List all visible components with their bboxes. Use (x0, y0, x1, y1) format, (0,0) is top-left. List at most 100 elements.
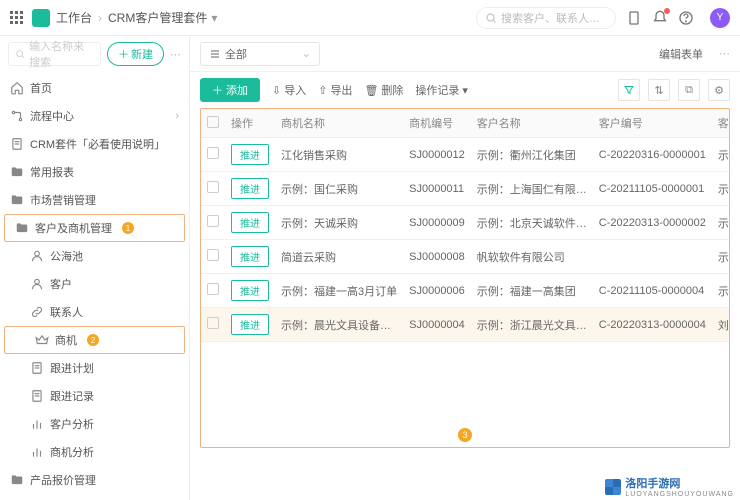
folder-icon (10, 473, 24, 487)
folder-icon (10, 165, 24, 179)
sidebar-item-1[interactable]: 流程中心› (0, 102, 189, 130)
crumb-suite[interactable]: CRM客户管理套件 (108, 9, 207, 26)
sidebar-item-3[interactable]: 常用报表 (0, 158, 189, 186)
settings-icon[interactable]: ⚙ (708, 79, 730, 101)
list-icon (209, 48, 221, 60)
table-row[interactable]: 推进示例：天诚采购SJ0000009示例：北京天诚软件…C-20220313-0… (201, 206, 730, 240)
folder-icon (10, 193, 24, 207)
sidebar-item-6[interactable]: 公海池 (0, 242, 189, 270)
push-button[interactable]: 推进 (231, 212, 269, 233)
sidebar-item-label: 客户及商机管理 (35, 220, 112, 236)
import-button[interactable]: ⇩ 导入 (272, 82, 306, 98)
cell-cust: 帆软软件有限公司 (471, 240, 593, 274)
cell-name: 江化销售采购 (275, 138, 403, 172)
sidebar-item-label: 公海池 (50, 248, 83, 264)
sort-icon[interactable]: ⇅ (648, 79, 670, 101)
edit-form-link[interactable]: 编辑表单 (659, 46, 703, 62)
sidebar-item-12[interactable]: 客户分析 (0, 410, 189, 438)
sidebar-item-5[interactable]: 客户及商机管理1 (4, 214, 185, 242)
cell-contact: 示例：王立 (712, 240, 730, 274)
column-header: 客户联系人 (712, 109, 730, 138)
sidebar-item-4[interactable]: 市场营销管理 (0, 186, 189, 214)
breadcrumb: 工作台 › CRM客户管理套件 ▾ (56, 9, 217, 26)
oplog-button[interactable]: 操作记录 ▾ (415, 82, 468, 98)
sidebar-item-2[interactable]: CRM套件「必看使用说明」 (0, 130, 189, 158)
more-icon[interactable]: ⋯ (719, 47, 730, 60)
apps-icon[interactable] (10, 11, 24, 25)
sidebar-item-10[interactable]: 跟进计划 (0, 354, 189, 382)
checkbox[interactable] (207, 317, 219, 329)
column-header: 操作 (225, 109, 275, 138)
checkbox[interactable] (207, 116, 219, 128)
sidebar-item-11[interactable]: 跟进记录 (0, 382, 189, 410)
table-row[interactable]: 推进示例：晨光文具设备…SJ0000004示例：浙江晨光文具…C-2022031… (201, 308, 730, 342)
logo-icon (32, 9, 50, 27)
cell-contact: 示例：赵仁民 (712, 138, 730, 172)
global-search[interactable]: 搜索客户、联系人… (476, 7, 616, 29)
data-table: 操作商机名称商机编号客户名称客户编号客户联系人 推进江化销售采购SJ000001… (200, 108, 730, 448)
cell-code: SJ0000004 (403, 308, 471, 342)
view-select[interactable]: 全部 ⌄ (200, 42, 320, 66)
sidebar-search[interactable]: 输入名称来搜索 (8, 42, 101, 66)
export-button[interactable]: ⇧ 导出 (318, 82, 352, 98)
cell-cnum (593, 240, 712, 274)
table-row[interactable]: 推进示例：福建一高3月订单SJ0000006示例：福建一高集团C-2021110… (201, 274, 730, 308)
sidebar-item-14[interactable]: 产品报价管理 (0, 466, 189, 494)
sidebar-item-8[interactable]: 联系人 (0, 298, 189, 326)
delete-button[interactable]: 🗑 删除 (364, 82, 403, 98)
main-pane: 全部 ⌄ 编辑表单 ⋯ ＋添加 ⇩ 导入 ⇧ 导出 🗑 删除 操作记录 ▾ ⇅ … (190, 36, 740, 500)
sidebar-item-13[interactable]: 商机分析 (0, 438, 189, 466)
sidebar-item-0[interactable]: 首页 (0, 74, 189, 102)
bookmark-icon[interactable] (626, 10, 642, 26)
table-row[interactable]: 推进江化销售采购SJ0000012示例：衢州江化集团C-20220316-000… (201, 138, 730, 172)
table-row[interactable]: 推进简道云采购SJ0000008帆软软件有限公司示例：王立 (201, 240, 730, 274)
push-button[interactable]: 推进 (231, 246, 269, 267)
checkbox[interactable] (207, 147, 219, 159)
avatar[interactable]: Y (710, 8, 730, 28)
sidebar-item-label: 商机 (55, 332, 77, 348)
sidebar-item-label: 市场营销管理 (30, 192, 96, 208)
crumb-workspace[interactable]: 工作台 (56, 9, 92, 26)
checkbox[interactable] (207, 181, 219, 193)
column-header: 商机编号 (403, 109, 471, 138)
user-icon (30, 277, 44, 291)
cell-code: SJ0000012 (403, 138, 471, 172)
checkbox[interactable] (207, 283, 219, 295)
copy-icon[interactable]: ⧉ (678, 79, 700, 101)
chevron-down-icon[interactable]: ▾ (211, 11, 217, 25)
sidebar-item-label: 联系人 (50, 304, 83, 320)
sidebar-item-label: 跟进计划 (50, 360, 94, 376)
help-icon[interactable] (678, 10, 694, 26)
more-icon[interactable]: ⋯ (170, 48, 181, 61)
column-header: 客户名称 (471, 109, 593, 138)
folder-icon (15, 221, 29, 235)
checkbox[interactable] (207, 249, 219, 261)
table-row[interactable]: 推进示例：国仁采购SJ0000011示例：上海国仁有限…C-20211105-0… (201, 172, 730, 206)
cell-name: 示例：天诚采购 (275, 206, 403, 240)
new-button[interactable]: ＋新建 (107, 42, 164, 66)
doc-icon (30, 361, 44, 375)
column-header (201, 109, 225, 138)
push-button[interactable]: 推进 (231, 314, 269, 335)
filter-icon[interactable] (618, 79, 640, 101)
push-button[interactable]: 推进 (231, 280, 269, 301)
sidebar-item-15[interactable]: 合同/回款/开票管理 (0, 494, 189, 500)
push-button[interactable]: 推进 (231, 144, 269, 165)
cell-cust: 示例：北京天诚软件… (471, 206, 593, 240)
cell-cust: 示例：浙江晨光文具… (471, 308, 593, 342)
cell-name: 简道云采购 (275, 240, 403, 274)
chart-icon (30, 417, 44, 431)
num-badge: 2 (87, 334, 99, 346)
cell-cnum: C-20220316-0000001 (593, 138, 712, 172)
checkbox[interactable] (207, 215, 219, 227)
flow-icon (10, 109, 24, 123)
sidebar-item-9[interactable]: 商机 2 (4, 326, 185, 354)
sidebar-item-label: 客户分析 (50, 416, 94, 432)
push-button[interactable]: 推进 (231, 178, 269, 199)
sidebar-item-7[interactable]: 客户 (0, 270, 189, 298)
cell-contact: 示例：王倩 (712, 172, 730, 206)
cell-code: SJ0000006 (403, 274, 471, 308)
bell-icon[interactable] (652, 10, 668, 26)
sidebar-item-label: 流程中心 (30, 108, 74, 124)
add-button[interactable]: ＋添加 (200, 78, 260, 102)
